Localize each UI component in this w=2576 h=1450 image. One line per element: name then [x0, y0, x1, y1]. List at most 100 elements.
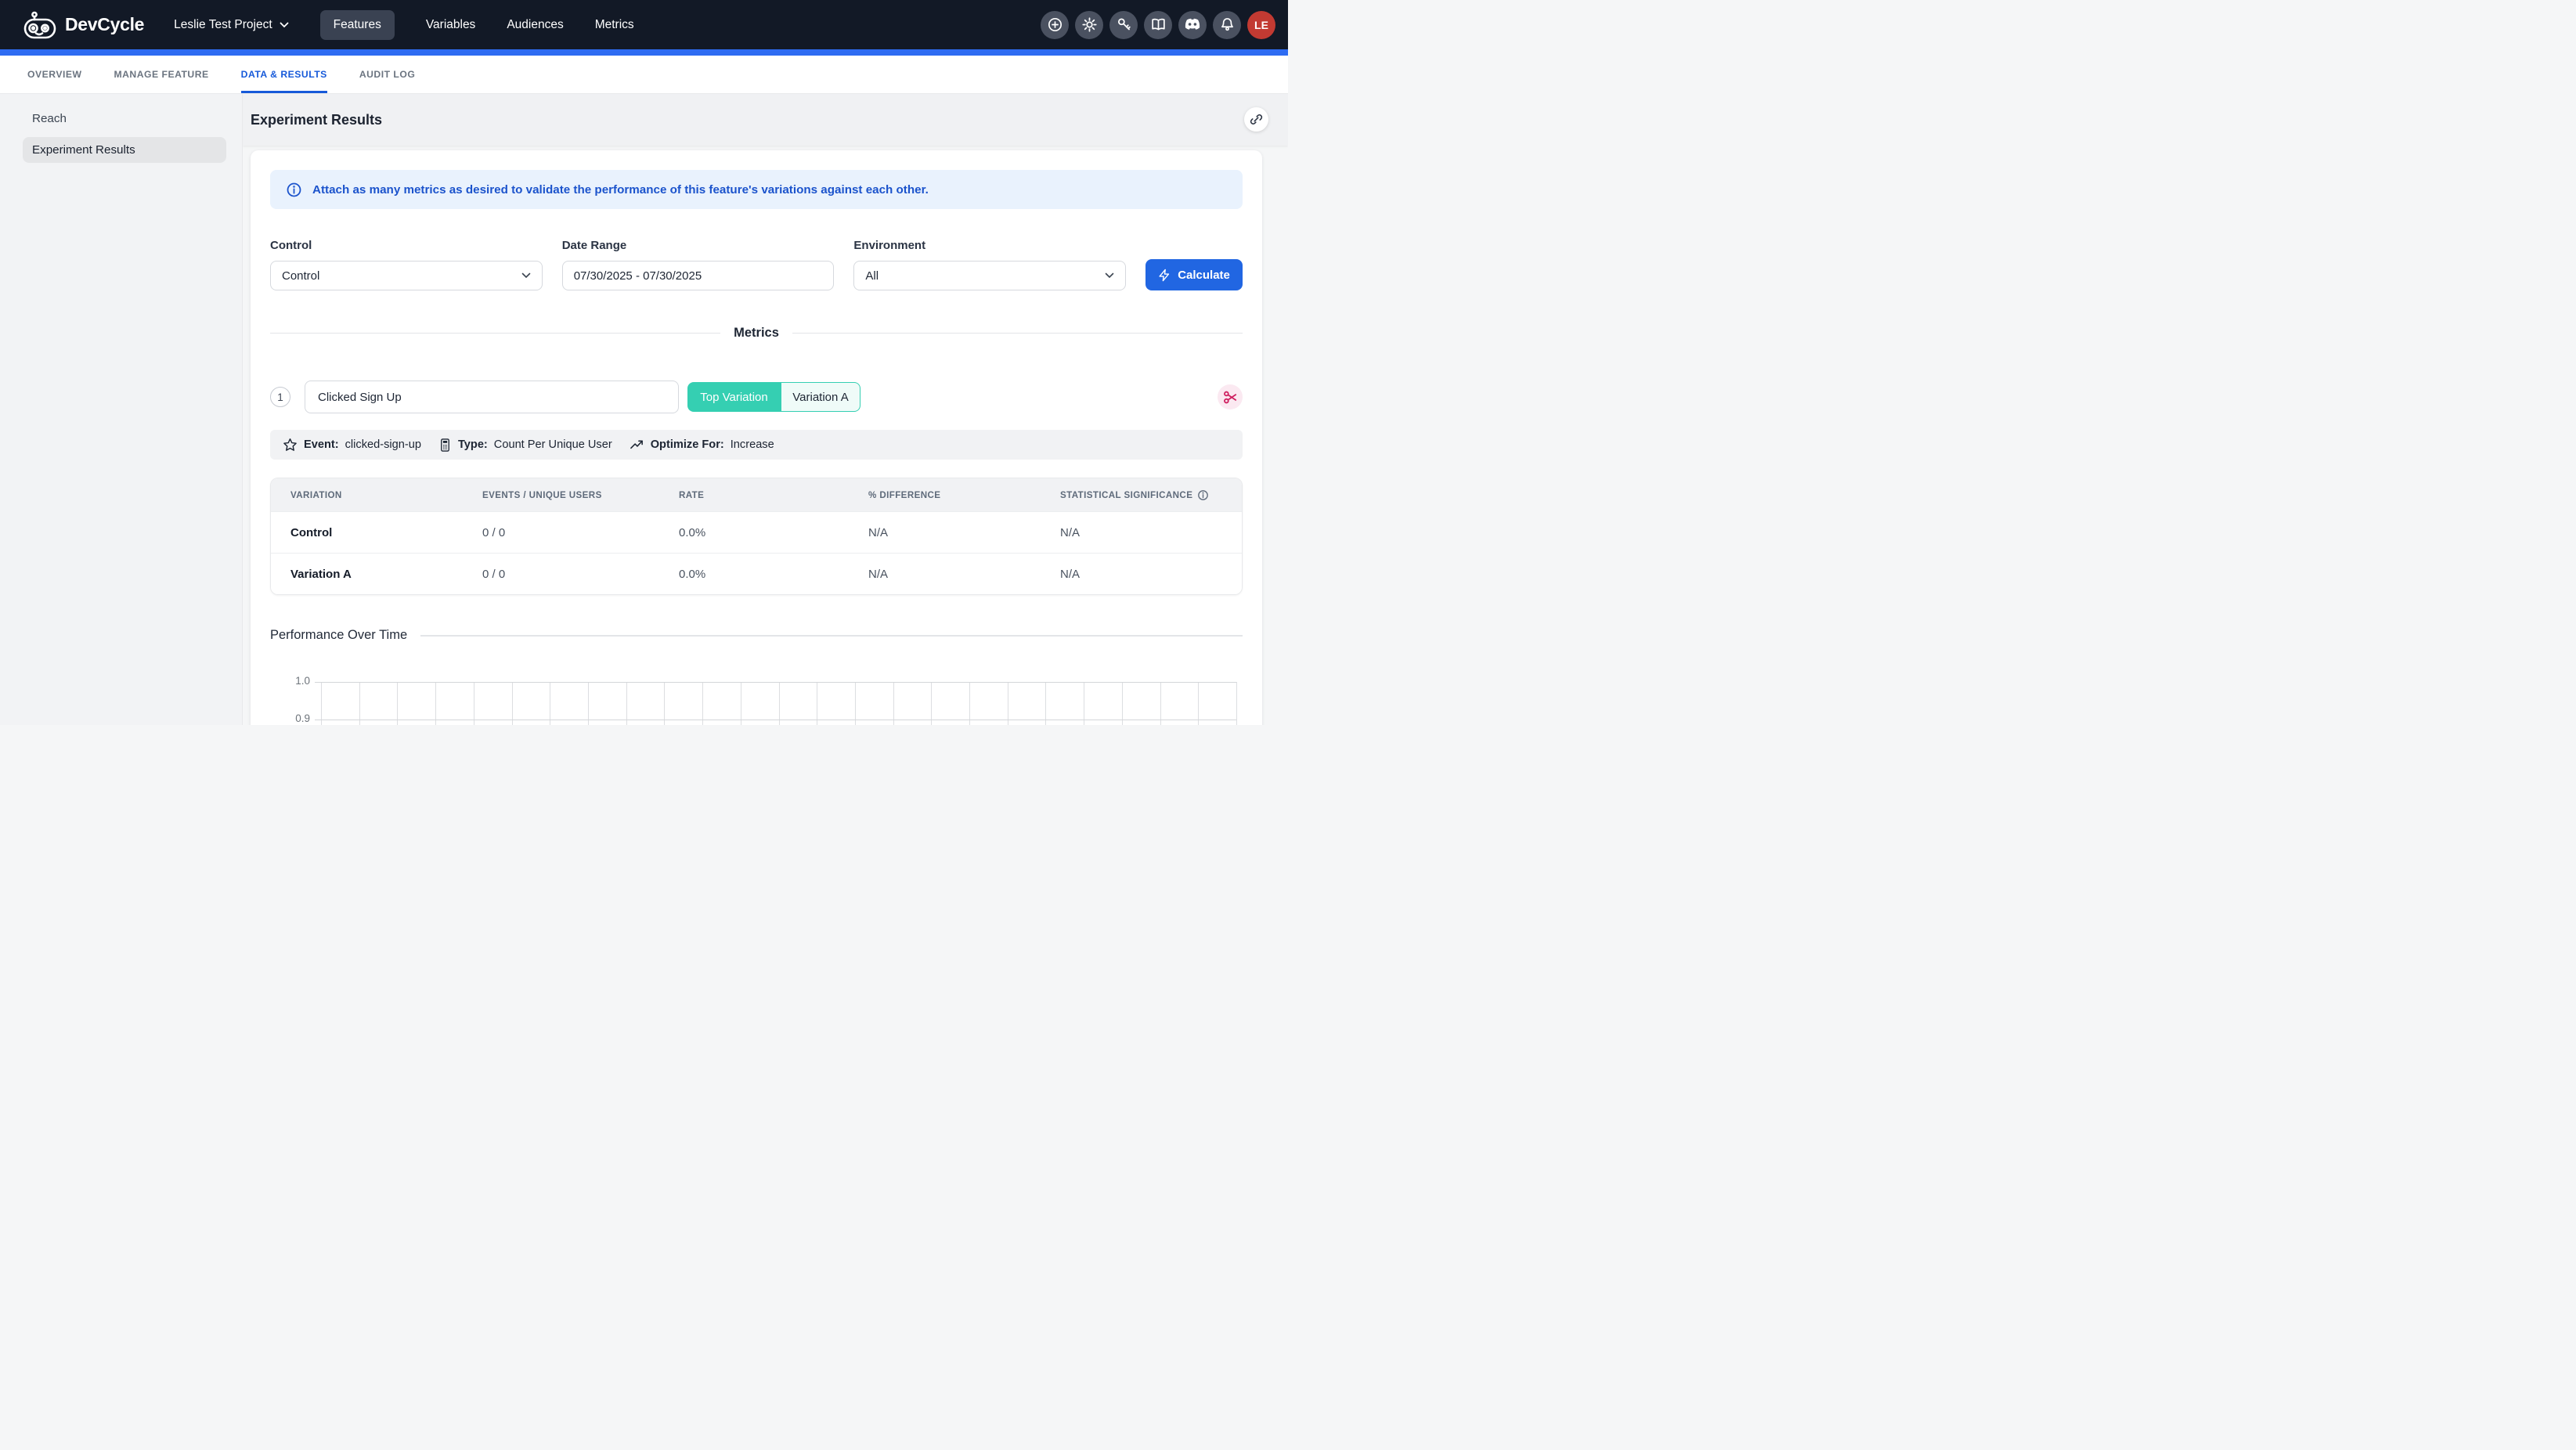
col-difference: % DIFFERENCE: [868, 490, 1060, 500]
trend-up-icon: [630, 438, 644, 453]
settings-button[interactable]: [1075, 11, 1103, 39]
type-value: Count Per Unique User: [494, 438, 612, 451]
environment-select[interactable]: All: [853, 261, 1126, 290]
chart-vertical-gridline: [512, 682, 513, 725]
row-significance: N/A: [1060, 526, 1242, 539]
results-table: VARIATION EVENTS / UNIQUE USERS RATE % D…: [270, 478, 1243, 595]
accent-progress-bar: [0, 49, 1288, 56]
performance-section-header: Performance Over Time: [270, 628, 1243, 643]
bell-icon: [1219, 16, 1236, 33]
chevron-down-icon: [280, 22, 289, 28]
col-events: EVENTS / UNIQUE USERS: [482, 490, 679, 500]
col-significance-label: STATISTICAL SIGNIFICANCE: [1060, 490, 1192, 500]
banner-text: Attach as many metrics as desired to val…: [312, 183, 929, 197]
info-circle-icon: [286, 182, 302, 198]
row-events: 0 / 0: [482, 568, 679, 581]
row-events: 0 / 0: [482, 526, 679, 539]
chart-y-tick-label: 0.9: [285, 712, 310, 724]
chart-vertical-gridline: [435, 682, 436, 725]
row-significance: N/A: [1060, 568, 1242, 581]
date-range-input[interactable]: 07/30/2025 - 07/30/2025: [562, 261, 835, 290]
optimize-detail: Optimize For: Increase: [630, 438, 774, 453]
col-significance: STATISTICAL SIGNIFICANCE: [1060, 489, 1242, 501]
nav-item-audiences[interactable]: Audiences: [507, 18, 563, 32]
page-title: Experiment Results: [251, 112, 382, 128]
control-filter: Control Control: [270, 239, 543, 290]
chart-vertical-gridline: [397, 682, 398, 725]
toggle-top-variation[interactable]: Top Variation: [687, 382, 781, 412]
tab-data-and-results[interactable]: DATA & RESULTS: [241, 56, 327, 93]
metric-details-strip: Event: clicked-sign-up Type: Count Per U…: [270, 430, 1243, 460]
chart-vertical-gridline: [969, 682, 970, 725]
control-select[interactable]: Control: [270, 261, 543, 290]
date-range-filter: Date Range 07/30/2025 - 07/30/2025: [562, 239, 835, 290]
chart-vertical-gridline: [1236, 682, 1237, 725]
remove-metric-button[interactable]: [1218, 384, 1243, 409]
col-variation: VARIATION: [271, 490, 482, 500]
chart-plot: 1.00.9: [321, 682, 1236, 725]
info-circle-icon[interactable]: [1197, 489, 1209, 501]
row-difference: N/A: [868, 568, 1060, 581]
event-value: clicked-sign-up: [345, 438, 421, 451]
nav-item-variables[interactable]: Variables: [426, 18, 475, 32]
chart-y-tick-label: 1.0: [285, 675, 310, 687]
metric-name-input[interactable]: Clicked Sign Up: [305, 381, 679, 413]
chart-vertical-gridline: [1160, 682, 1161, 725]
environment-select-value: All: [865, 269, 879, 283]
nav-actions: LE: [1041, 11, 1275, 39]
project-selector[interactable]: Leslie Test Project: [174, 18, 289, 32]
row-difference: N/A: [868, 526, 1060, 539]
plus-circle-icon: [1047, 16, 1063, 33]
sidebar-item-reach[interactable]: Reach: [23, 106, 226, 132]
sidebar-item-experiment-results[interactable]: Experiment Results: [23, 137, 226, 163]
docs-button[interactable]: [1144, 11, 1172, 39]
lightning-bolt-icon: [1158, 269, 1171, 282]
devcycle-logo[interactable]: DevCycle: [23, 11, 144, 39]
chart-horizontal-gridline: [315, 682, 1236, 683]
col-rate: RATE: [679, 490, 868, 500]
nav-item-metrics[interactable]: Metrics: [595, 18, 634, 32]
gear-icon: [1081, 16, 1098, 33]
star-icon: [283, 438, 298, 453]
toggle-variation-a[interactable]: Variation A: [781, 382, 860, 412]
table-row: Variation A 0 / 0 0.0% N/A N/A: [271, 553, 1242, 594]
discord-icon: [1184, 18, 1201, 31]
optimize-value: Increase: [731, 438, 774, 451]
tab-audit-log[interactable]: AUDIT LOG: [359, 56, 416, 93]
feature-tabbar: OVERVIEW MANAGE FEATURE DATA & RESULTS A…: [0, 56, 1288, 94]
tab-manage-feature[interactable]: MANAGE FEATURE: [114, 56, 208, 93]
chart-vertical-gridline: [664, 682, 665, 725]
date-range-value: 07/30/2025 - 07/30/2025: [574, 269, 702, 283]
notifications-button[interactable]: [1213, 11, 1241, 39]
chart-vertical-gridline: [626, 682, 627, 725]
create-new-button[interactable]: [1041, 11, 1069, 39]
brand-wordmark: DevCycle: [65, 14, 144, 35]
api-keys-button[interactable]: [1109, 11, 1138, 39]
key-icon: [1116, 16, 1132, 33]
results-sidebar: Reach Experiment Results: [0, 94, 243, 725]
divider-line-right: [792, 333, 1243, 334]
chart-vertical-gridline: [588, 682, 589, 725]
chart-vertical-gridline: [1122, 682, 1123, 725]
calculate-button-label: Calculate: [1178, 269, 1230, 282]
divider-line-left: [270, 333, 720, 334]
chart-vertical-gridline: [931, 682, 932, 725]
chart-vertical-gridline: [321, 682, 322, 725]
chart-vertical-gridline: [1045, 682, 1046, 725]
copy-link-button[interactable]: [1244, 107, 1268, 132]
discord-button[interactable]: [1178, 11, 1207, 39]
user-avatar[interactable]: LE: [1247, 11, 1275, 39]
book-icon: [1150, 16, 1167, 33]
project-name: Leslie Test Project: [174, 18, 272, 32]
link-icon: [1250, 113, 1263, 126]
info-banner: Attach as many metrics as desired to val…: [270, 170, 1243, 209]
tab-overview[interactable]: OVERVIEW: [27, 56, 81, 93]
row-rate: 0.0%: [679, 526, 868, 539]
nav-item-features[interactable]: Features: [320, 10, 395, 40]
calculate-button[interactable]: Calculate: [1145, 259, 1243, 290]
chevron-down-icon: [521, 272, 531, 279]
control-select-value: Control: [282, 269, 319, 283]
top-navigation: DevCycle Leslie Test Project Features Va…: [0, 0, 1288, 49]
metrics-divider-label: Metrics: [734, 326, 779, 341]
chart-vertical-gridline: [702, 682, 703, 725]
